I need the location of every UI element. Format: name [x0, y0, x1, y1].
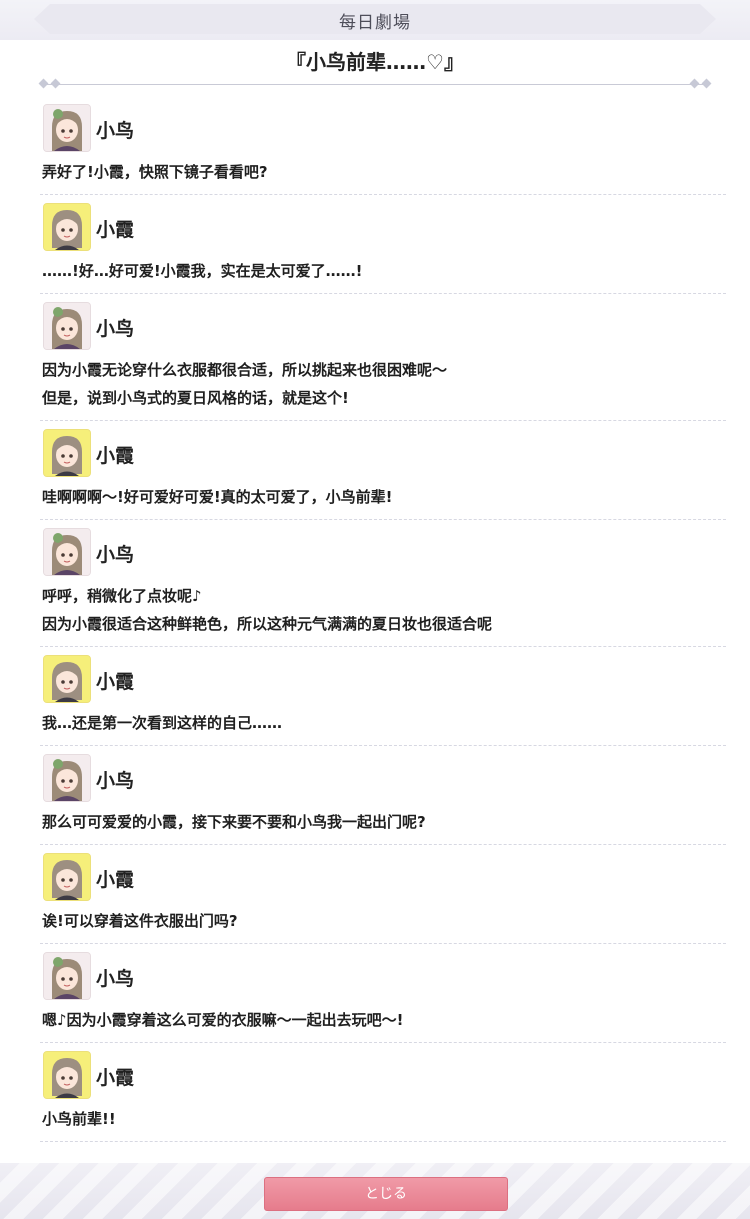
dialogue-line: 小鸟前辈!! — [42, 1110, 116, 1128]
speaker-name: 小鸟 — [96, 770, 135, 792]
story-title: 『小鸟前辈……♡』 — [286, 50, 464, 74]
close-button[interactable]: とじる — [264, 1177, 508, 1211]
divider-diamond-icon — [689, 78, 700, 89]
dialogue-line: 因为小霞无论穿什么衣服都很合适，所以挑起来也很困难呢～ — [42, 361, 448, 379]
dialogue-text: 弄好了!小霞，快照下镜子看看吧? — [40, 152, 726, 194]
dialogue-text: ……!好…好可爱!小霞我，实在是太可爱了……! — [40, 251, 726, 293]
kotori-avatar — [43, 104, 91, 152]
speaker-name: 小霞 — [96, 869, 135, 891]
dialogue-entry: 小鸟那么可可爱爱的小霞，接下来要不要和小鸟我一起出门呢? — [40, 746, 726, 845]
speaker-row: 小鸟 — [40, 520, 726, 576]
dialogue-line: 呼呼，稍微化了点妆呢♪ — [42, 587, 202, 605]
speaker-row: 小鸟 — [40, 294, 726, 350]
kasumi-avatar — [43, 853, 91, 901]
kotori-avatar — [43, 754, 91, 802]
dialogue-entry: 小鸟弄好了!小霞，快照下镜子看看吧? — [40, 96, 726, 195]
dialogue-entry: 小鸟因为小霞无论穿什么衣服都很合适，所以挑起来也很困难呢～ 但是，说到小鸟式的夏日… — [40, 294, 726, 421]
divider-diamond-icon — [701, 78, 712, 89]
dialogue-line: 因为小霞很适合这种鲜艳色，所以这种元气满满的夏日妆也很适合呢 — [42, 615, 493, 633]
dialogue-entry: 小霞哇啊啊啊～!好可爱好可爱!真的太可爱了，小鸟前辈! — [40, 421, 726, 520]
kasumi-avatar — [43, 429, 91, 477]
dialogue-text: 嗯♪因为小霞穿着这么可爱的衣服嘛～一起出去玩吧～! — [40, 1000, 726, 1042]
speaker-row: 小霞 — [40, 1043, 726, 1099]
kotori-avatar — [43, 952, 91, 1000]
speaker-name: 小鸟 — [96, 968, 135, 990]
speaker-name: 小鸟 — [96, 120, 135, 142]
speaker-name: 小鸟 — [96, 544, 135, 566]
speaker-row: 小霞 — [40, 421, 726, 477]
speaker-name: 小霞 — [96, 445, 135, 467]
dialogue-line: 我…还是第一次看到这样的自己…… — [42, 714, 283, 732]
speaker-name: 小霞 — [96, 671, 135, 693]
dialogue-line: 哇啊啊啊～!好可爱好可爱!真的太可爱了，小鸟前辈! — [42, 488, 393, 506]
header-bar: 每日劇場 — [0, 0, 750, 40]
speaker-row: 小霞 — [40, 647, 726, 703]
divider-diamond-icon — [50, 78, 61, 89]
speaker-row: 小鸟 — [40, 746, 726, 802]
speaker-name: 小霞 — [96, 219, 135, 241]
dialogue-line: 那么可可爱爱的小霞，接下来要不要和小鸟我一起出门呢? — [42, 813, 426, 831]
dialogue-line: 诶!可以穿着这件衣服出门吗? — [42, 912, 238, 930]
speaker-row: 小鸟 — [40, 96, 726, 152]
dialogue-text: 我…还是第一次看到这样的自己…… — [40, 703, 726, 745]
dialogue-text: 因为小霞无论穿什么衣服都很合适，所以挑起来也很困难呢～ 但是，说到小鸟式的夏日风格… — [40, 350, 726, 420]
speaker-row: 小霞 — [40, 845, 726, 901]
dialogue-entry: 小霞 ……!好…好可爱!小霞我，实在是太可爱了……! — [40, 195, 726, 294]
dialogue-entry: 小鸟嗯♪因为小霞穿着这么可爱的衣服嘛～一起出去玩吧～! — [40, 944, 726, 1043]
footer-bar: とじる — [0, 1163, 750, 1219]
title-divider — [38, 78, 712, 89]
kotori-avatar — [43, 302, 91, 350]
kasumi-avatar — [43, 203, 91, 251]
dialogue-entry: 小霞诶!可以穿着这件衣服出门吗? — [40, 845, 726, 944]
dialogue-line: ……!好…好可爱!小霞我，实在是太可爱了……! — [42, 262, 363, 280]
dialogue-line: 但是，说到小鸟式的夏日风格的话，就是这个! — [42, 389, 349, 407]
dialogue-entry: 小霞小鸟前辈!! — [40, 1043, 726, 1142]
dialogue-text: 呼呼，稍微化了点妆呢♪ 因为小霞很适合这种鲜艳色，所以这种元气满满的夏日妆也很适合… — [40, 576, 726, 646]
dialogue-text: 小鸟前辈!! — [40, 1099, 726, 1141]
kotori-avatar — [43, 528, 91, 576]
dialogue-line: 弄好了!小霞，快照下镜子看看吧? — [42, 163, 268, 181]
dialogue-line: 嗯♪因为小霞穿着这么可爱的衣服嘛～一起出去玩吧～! — [42, 1011, 404, 1029]
header-title: 每日劇場 — [339, 13, 411, 33]
dialogue-entry: 小霞我…还是第一次看到这样的自己…… — [40, 647, 726, 746]
kasumi-avatar — [43, 1051, 91, 1099]
kasumi-avatar — [43, 655, 91, 703]
divider-diamond-icon — [38, 78, 49, 89]
speaker-row: 小鸟 — [40, 944, 726, 1000]
speaker-row: 小霞 — [40, 195, 726, 251]
dialogue-text: 哇啊啊啊～!好可爱好可爱!真的太可爱了，小鸟前辈! — [40, 477, 726, 519]
dialogue-text: 诶!可以穿着这件衣服出门吗? — [40, 901, 726, 943]
dialogue-entry: 小鸟呼呼，稍微化了点妆呢♪ 因为小霞很适合这种鲜艳色，所以这种元气满满的夏日妆也很… — [40, 520, 726, 647]
dialogue-list[interactable]: 小鸟 弄好了!小霞，快照下镜子看看吧? 小霞 ……!好…好可爱!小霞我，实在是太可爱… — [0, 96, 750, 1142]
dialogue-text: 那么可可爱爱的小霞，接下来要不要和小鸟我一起出门呢? — [40, 802, 726, 844]
speaker-name: 小鸟 — [96, 318, 135, 340]
speaker-name: 小霞 — [96, 1067, 135, 1089]
